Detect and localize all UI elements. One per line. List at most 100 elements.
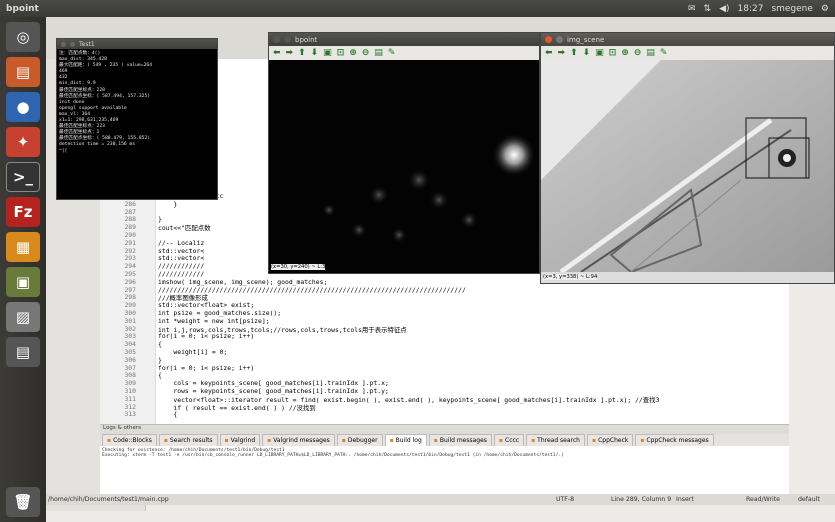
settings-icon[interactable]: ✦	[6, 127, 40, 157]
code-text: std::vector<	[158, 246, 205, 255]
save-icon[interactable]: ▤	[374, 48, 383, 58]
arrow-up-icon[interactable]: ⬆	[570, 48, 578, 58]
line-number: 304	[124, 340, 136, 349]
properties-icon[interactable]: ✎	[660, 48, 668, 58]
zoom-in-icon[interactable]: ⊕	[349, 48, 357, 58]
line-number: 291	[124, 238, 136, 247]
zoom-fit-icon[interactable]: ▣	[323, 48, 332, 58]
close-icon[interactable]	[61, 41, 66, 47]
fold-marker	[140, 387, 152, 395]
workspace-icon[interactable]: ▤	[6, 337, 40, 367]
log-tab[interactable]: ▪ Valgrind messages	[262, 434, 335, 446]
zoom-in-icon[interactable]: ⊕	[621, 48, 629, 58]
volume-icon[interactable]: ◀)	[719, 4, 729, 14]
log-tab[interactable]: ▪ CppCheck	[587, 434, 634, 446]
log-tab[interactable]: ▪ Valgrind	[219, 434, 261, 446]
code-text: std::vector<float> exist;	[158, 301, 255, 310]
log-tab[interactable]: ▪ Cccc	[493, 434, 525, 446]
tab-label: Valgrind messages	[273, 437, 330, 444]
bpoint-titlebar[interactable]: bpoint	[269, 33, 539, 46]
close-icon[interactable]	[273, 36, 280, 43]
fold-marker	[140, 208, 152, 216]
code-line: 293 std::vector<	[100, 254, 204, 262]
arrow-left-icon[interactable]: ⬅	[545, 48, 553, 58]
tab-icon: ▪	[163, 437, 168, 444]
filezilla-icon[interactable]: Fz	[6, 197, 40, 227]
zoom-fit-icon[interactable]: ▣	[595, 48, 604, 58]
fold-marker	[140, 293, 152, 301]
code-line: 291 //-- Localiz	[100, 239, 204, 247]
tab-label: Build messages	[439, 437, 487, 444]
arrow-down-icon[interactable]: ⬇	[583, 48, 591, 58]
software-center-icon[interactable]: ▦	[6, 232, 40, 262]
properties-icon[interactable]: ✎	[388, 48, 396, 58]
code-text: ////////////	[158, 270, 205, 278]
close-icon[interactable]	[545, 36, 552, 43]
code-line: 313 {	[100, 410, 177, 418]
code-text: int i,j,rows,cols,trows,tcols;//rows,col…	[158, 325, 407, 334]
tab-label: Thread search	[537, 437, 580, 444]
network-icon[interactable]: ⇅	[704, 4, 712, 14]
firefox-icon[interactable]: ●	[6, 92, 40, 122]
line-number: 307	[124, 363, 136, 372]
log-tab[interactable]: ▪ Build log	[384, 434, 427, 446]
arrow-right-icon[interactable]: ➡	[558, 48, 566, 58]
terminal-icon[interactable]: >_	[6, 162, 40, 192]
line-number: 302	[124, 324, 136, 333]
trash-icon[interactable]: 🗑	[6, 487, 40, 517]
terminal-window[interactable]: Test1 注：匹配点数：4() max_dist: 345.428 最大匹配距：(…	[56, 38, 218, 200]
power-gear-icon[interactable]: ⚙	[821, 4, 829, 14]
log-tab[interactable]: ▪ Debugger	[336, 434, 383, 446]
log-tab[interactable]: ▪ Thread search	[526, 434, 585, 446]
clock[interactable]: 18:27	[738, 4, 764, 14]
code-line: 286 }	[100, 200, 177, 208]
code-text: {	[158, 371, 162, 380]
minimize-icon[interactable]	[70, 41, 75, 47]
log-tab[interactable]: ▪ Code::Blocks	[102, 434, 157, 446]
tab-icon: ▪	[341, 437, 346, 444]
bpoint-window[interactable]: bpoint ⬅ ➡ ⬆ ⬇ ▣ ⊡ ⊕ ⊖ ▤ ✎ (x=30, y=240)…	[268, 32, 540, 274]
arrow-right-icon[interactable]: ➡	[286, 48, 294, 58]
log-tab[interactable]: ▪ Build messages	[428, 434, 492, 446]
fold-marker	[140, 270, 152, 278]
user-menu[interactable]: smegene	[771, 4, 812, 14]
fold-marker	[140, 286, 152, 294]
zoom-out-icon[interactable]: ⊖	[362, 48, 370, 58]
code-text: if ( result == exist.end( ) ) //没找到	[158, 403, 316, 412]
zoom-out-icon[interactable]: ⊖	[634, 48, 642, 58]
line-number: 308	[124, 371, 136, 380]
line-number: 299	[124, 301, 136, 310]
arrow-down-icon[interactable]: ⬇	[311, 48, 319, 58]
log-tab[interactable]: ▪ Search results	[158, 434, 218, 446]
mail-icon[interactable]: ✉	[688, 4, 696, 14]
image-toolbar: ⬅ ➡ ⬆ ⬇ ▣ ⊡ ⊕ ⊖ ▤ ✎	[541, 46, 834, 60]
arrow-left-icon[interactable]: ⬅	[273, 48, 281, 58]
terminal-titlebar[interactable]: Test1	[57, 39, 217, 49]
img-scene-titlebar[interactable]: img_scene	[541, 33, 834, 46]
codeblocks-icon[interactable]: ▣	[6, 267, 40, 297]
window-title: img_scene	[567, 35, 605, 44]
zoom-actual-icon[interactable]: ⊡	[609, 48, 617, 58]
zoom-actual-icon[interactable]: ⊡	[337, 48, 345, 58]
minimize-icon[interactable]	[284, 36, 291, 43]
tab-label: CppCheck messages	[646, 437, 709, 444]
tab-icon: ▪	[224, 437, 229, 444]
fold-marker	[140, 215, 152, 223]
code-line: 302 int i,j,rows,cols,trows,tcols;//rows,…	[100, 324, 407, 334]
tab-icon: ▪	[107, 437, 112, 444]
line-number: 303	[124, 332, 136, 341]
code-line: 297 /////////////////////////////////////…	[100, 286, 465, 294]
code-text: cout<<"匹配点数	[158, 224, 211, 233]
minimize-icon[interactable]	[556, 36, 563, 43]
line-number: 312	[124, 402, 136, 411]
files-icon[interactable]: ▤	[6, 57, 40, 87]
line-number: 305	[124, 348, 136, 356]
dash-icon[interactable]: ◎	[6, 22, 40, 52]
line-number: 293	[124, 254, 136, 263]
save-icon[interactable]: ▤	[646, 48, 655, 58]
img-scene-window[interactable]: img_scene ⬅ ➡ ⬆ ⬇ ▣ ⊡ ⊕ ⊖ ▤ ✎ (x=3, y=33…	[540, 32, 835, 284]
arrow-up-icon[interactable]: ⬆	[298, 48, 306, 58]
log-tab[interactable]: ▪ CppCheck messages	[635, 434, 714, 446]
system-monitor-icon[interactable]: ▨	[6, 302, 40, 332]
tab-label: CppCheck	[598, 437, 629, 444]
